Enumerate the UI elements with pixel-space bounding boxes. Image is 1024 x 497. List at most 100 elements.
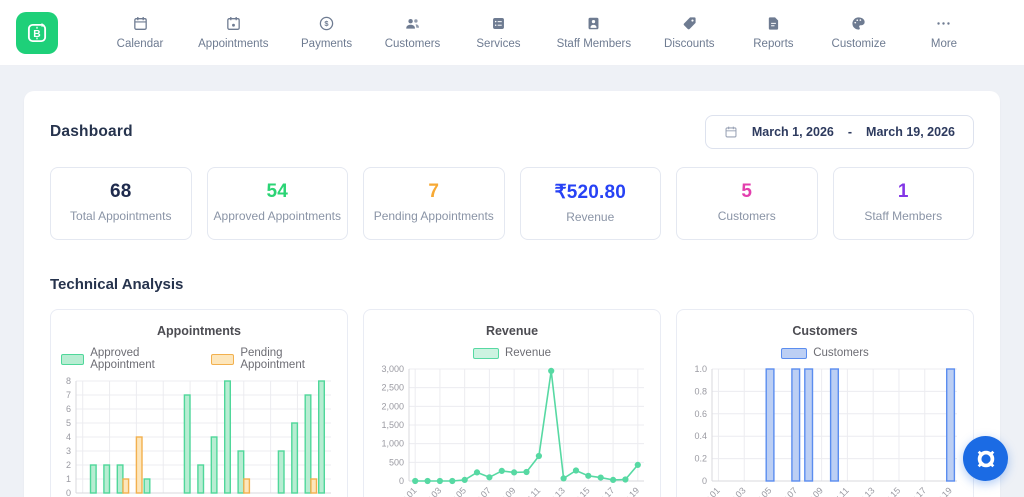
date-range-picker[interactable]: March 1, 2026 - March 19, 2026 <box>705 115 974 149</box>
svg-text:1,500: 1,500 <box>381 420 404 430</box>
dashboard-panel: Dashboard March 1, 2026 - March 19, 2026… <box>24 91 1000 497</box>
svg-text:1,000: 1,000 <box>381 439 404 449</box>
nav-item-appointments[interactable]: Appointments <box>198 15 268 50</box>
nav-item-label: Reports <box>753 38 793 50</box>
help-fab[interactable] <box>963 436 1008 481</box>
stat-value: 68 <box>57 181 185 203</box>
staff-members-icon <box>585 15 602 32</box>
stat-label: Total Appointments <box>57 209 185 224</box>
legend-label: Customers <box>813 347 869 359</box>
svg-text:2,000: 2,000 <box>381 401 404 411</box>
dashboard-header: Dashboard March 1, 2026 - March 19, 2026 <box>50 115 974 149</box>
svg-text:6: 6 <box>66 404 71 414</box>
customize-icon <box>850 15 867 32</box>
nav-item-label: Staff Members <box>557 38 632 50</box>
svg-text:0: 0 <box>399 476 404 486</box>
nav-item-calendar[interactable]: Calendar <box>114 15 166 50</box>
chart-title: Revenue <box>374 324 650 338</box>
calendar-icon <box>724 125 738 139</box>
stats-row: 68 Total Appointments 54 Approved Appointme… <box>50 167 974 240</box>
nav-item-label: Customers <box>385 38 441 50</box>
svg-text:Mar 15: Mar 15 <box>565 485 592 497</box>
svg-text:1.0: 1.0 <box>694 364 707 374</box>
customers-icon <box>404 15 421 32</box>
svg-text:Mar 13: Mar 13 <box>850 485 877 497</box>
svg-text:Mar 15: Mar 15 <box>876 485 903 497</box>
nav-item-customize[interactable]: Customize <box>832 15 886 50</box>
stat-card-approved-appointments: 54 Approved Appointments <box>207 167 349 240</box>
lifebuoy-icon <box>975 448 997 470</box>
svg-text:0: 0 <box>66 488 71 497</box>
legend-label: Revenue <box>505 347 551 359</box>
stat-value: 1 <box>840 181 968 203</box>
svg-text:Mar 19: Mar 19 <box>927 485 954 497</box>
svg-text:Mar 09: Mar 09 <box>491 485 518 497</box>
section-title: Technical Analysis <box>50 276 974 293</box>
stat-card-total-appointments: 68 Total Appointments <box>50 167 192 240</box>
stat-card-staff-members: 1Staff Members <box>833 167 975 240</box>
stat-card-pending-appointments: 7Pending Appointments <box>363 167 505 240</box>
stat-value: 54 <box>214 181 342 203</box>
legend-swatch <box>61 354 84 365</box>
date-range-start: March 1, 2026 <box>752 125 834 139</box>
nav-item-payments[interactable]: $ Payments <box>301 15 353 50</box>
svg-text:Mar 03: Mar 03 <box>416 485 443 497</box>
chart-title: Appointments <box>61 324 337 338</box>
app-logo[interactable]: B <box>16 12 58 54</box>
legend-item-customers[interactable]: Customers <box>781 347 869 359</box>
svg-text:Mar 19: Mar 19 <box>614 485 641 497</box>
svg-text:0.2: 0.2 <box>694 454 707 464</box>
nav-item-label: More <box>931 38 957 50</box>
discounts-icon <box>681 15 698 32</box>
nav-item-reports[interactable]: Reports <box>747 15 799 50</box>
chart-card-revenue: RevenueRevenue05001,0001,5002,0002,5003,… <box>363 309 661 497</box>
nav-item-staff-members[interactable]: Staff Members <box>557 15 632 50</box>
services-icon <box>490 15 507 32</box>
svg-text:7: 7 <box>66 390 71 400</box>
nav-item-customers[interactable]: Customers <box>385 15 441 50</box>
legend-item-revenue[interactable]: Revenue <box>473 347 551 359</box>
legend-swatch <box>781 348 807 359</box>
stat-label: Revenue <box>527 210 655 225</box>
nav-item-label: Services <box>476 38 520 50</box>
nav-item-label: Customize <box>832 38 886 50</box>
svg-text:4: 4 <box>66 432 71 442</box>
stat-value: ₹520.80 <box>527 181 655 204</box>
appointments-icon <box>225 15 242 32</box>
more-icon <box>935 15 952 32</box>
svg-text:1: 1 <box>66 474 71 484</box>
page-title: Dashboard <box>50 123 133 141</box>
chart-card-appointments: Appointments Approved Appointment Pending … <box>50 309 348 497</box>
charts-row: Appointments Approved Appointment Pending … <box>50 309 974 497</box>
nav-item-discounts[interactable]: Discounts <box>663 15 715 50</box>
nav-item-label: Appointments <box>198 38 268 50</box>
legend-item-pending-appointment[interactable]: Pending Appointment <box>211 347 337 371</box>
svg-text:Mar 11: Mar 11 <box>516 485 542 497</box>
date-range-separator: - <box>848 125 852 139</box>
nav-item-label: Payments <box>301 38 352 50</box>
svg-text:$: $ <box>325 19 330 28</box>
svg-text:Mar 17: Mar 17 <box>901 485 928 497</box>
date-range-end: March 19, 2026 <box>866 125 955 139</box>
stat-label: Approved Appointments <box>214 209 342 224</box>
svg-text:Mar 05: Mar 05 <box>747 485 774 497</box>
chart-legend: Approved Appointment Pending Appointment <box>61 347 337 371</box>
legend-item-approved-appointment[interactable]: Approved Appointment <box>61 347 193 371</box>
chart-legend: Revenue <box>374 347 650 359</box>
svg-text:Mar 11: Mar 11 <box>824 485 850 497</box>
chart-legend: Customers <box>687 347 963 359</box>
stat-card-customers: 5Customers <box>676 167 818 240</box>
nav-item-label: Calendar <box>117 38 164 50</box>
svg-text:3,000: 3,000 <box>381 364 404 374</box>
svg-text:0.8: 0.8 <box>694 386 707 396</box>
top-nav: Calendar Appointments $ Payments Customers Se… <box>114 15 970 50</box>
legend-swatch <box>211 354 234 365</box>
nav-item-more[interactable]: More <box>918 15 970 50</box>
svg-text:Mar 13: Mar 13 <box>540 485 567 497</box>
legend-swatch <box>473 348 499 359</box>
svg-text:8: 8 <box>66 376 71 386</box>
reports-icon <box>765 15 782 32</box>
payments-icon: $ <box>318 15 335 32</box>
nav-item-services[interactable]: Services <box>472 15 524 50</box>
legend-label: Pending Appointment <box>240 347 337 371</box>
